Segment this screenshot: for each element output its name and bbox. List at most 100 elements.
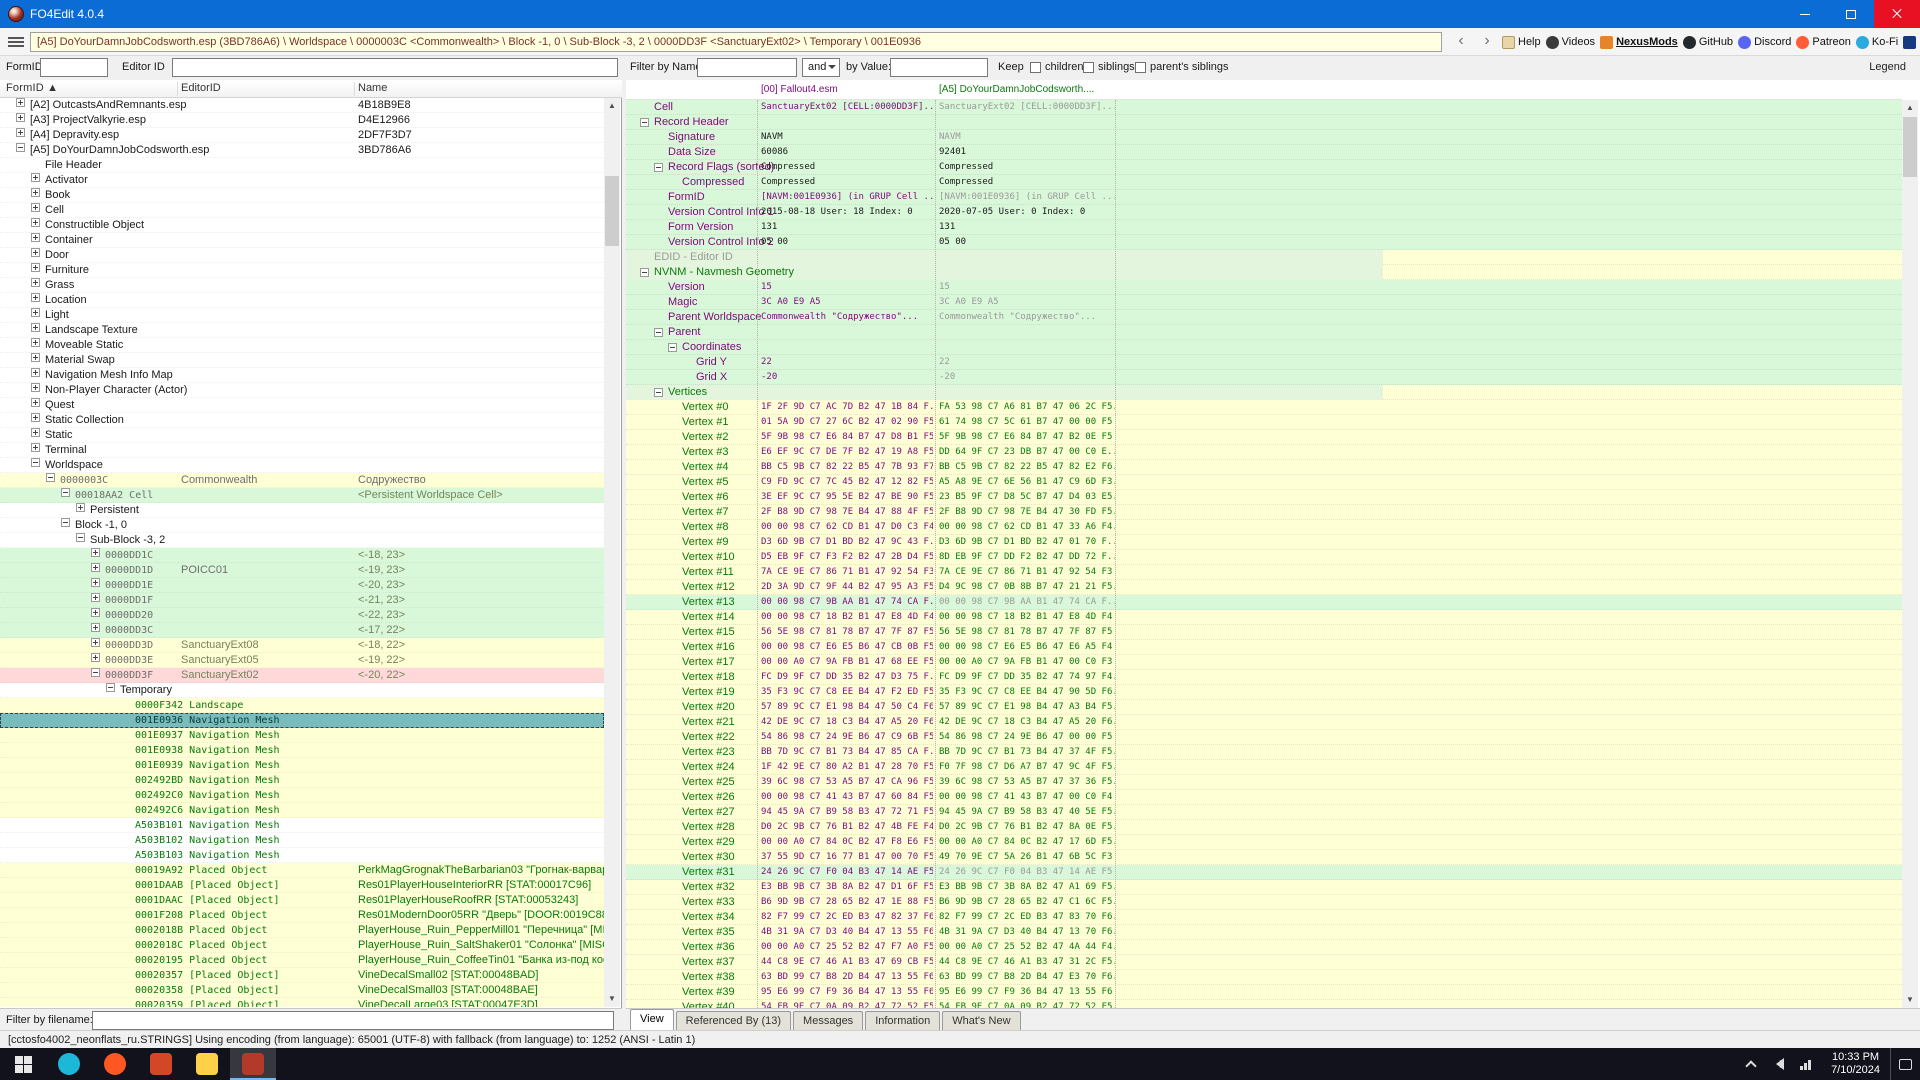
tree-row[interactable]: 0000DD3ESanctuaryExt05<-19, 22> [0, 653, 604, 668]
tree-row[interactable]: Container [0, 233, 604, 248]
tree-row[interactable]: Quest [0, 398, 604, 413]
tree-row[interactable]: Terminal [0, 443, 604, 458]
record-row[interactable]: Vertex #3744 C8 9E C7 46 A1 B3 47 69 CB … [626, 955, 1902, 970]
taskbar-teal-app-icon[interactable] [46, 1048, 92, 1080]
collapse-icon[interactable] [668, 343, 677, 352]
expand-icon[interactable] [31, 308, 40, 317]
tree-row[interactable]: Landscape Texture [0, 323, 604, 338]
expand-icon[interactable] [31, 248, 40, 257]
expand-icon[interactable] [31, 203, 40, 212]
filename-filter-input[interactable] [92, 1011, 614, 1030]
record-row[interactable]: Vertex #2900 00 A0 C7 84 0C B2 47 F8 E6 … [626, 835, 1902, 850]
record-row[interactable]: Vertex #1400 00 98 C7 18 B2 B1 47 E8 4D … [626, 610, 1902, 625]
expand-icon[interactable] [91, 608, 100, 617]
record-row[interactable]: Version Control Info 12015-08-18 User: 1… [626, 205, 1902, 220]
scroll-down-icon[interactable]: ▼ [604, 991, 620, 1007]
scroll-up-icon[interactable]: ▲ [1902, 100, 1918, 116]
expand-icon[interactable] [31, 443, 40, 452]
minimize-button[interactable] [1782, 0, 1828, 28]
tree-row[interactable]: Grass [0, 278, 604, 293]
record-row[interactable]: Coordinates [626, 340, 1902, 355]
expand-icon[interactable] [31, 323, 40, 332]
tree-row[interactable]: 0000DD1DPOICC01<-19, 23> [0, 563, 604, 578]
tree-row[interactable]: Light [0, 308, 604, 323]
tree-row[interactable]: 001E0939 Navigation Mesh [0, 758, 604, 773]
tree-row[interactable]: 0000F342 Landscape [0, 698, 604, 713]
tree-row[interactable]: File Header [0, 158, 604, 173]
expand-icon[interactable] [31, 398, 40, 407]
record-row[interactable]: EDID - Editor ID [626, 250, 1902, 265]
checkbox-icon[interactable] [1083, 62, 1094, 73]
record-row[interactable]: Version1515 [626, 280, 1902, 295]
tree-row[interactable]: Static [0, 428, 604, 443]
expand-icon[interactable] [16, 113, 25, 122]
expand-icon[interactable] [31, 188, 40, 197]
expand-icon[interactable] [91, 578, 100, 587]
record-row[interactable]: Vertex #01F 2F 9D C7 AC 7D B2 47 1B 84 F… [626, 400, 1902, 415]
scroll-up-icon[interactable]: ▲ [604, 98, 620, 114]
tree-row[interactable]: Material Swap [0, 353, 604, 368]
collapse-icon[interactable] [61, 488, 70, 497]
checkbox-siblings[interactable]: siblings [1083, 61, 1135, 73]
tree-row[interactable]: 002492BD Navigation Mesh [0, 773, 604, 788]
compare-column-1[interactable]: [A5] DoYourDamnJobCodsworth.... [939, 84, 1094, 95]
link-kofi[interactable]: Ko-Fi [1856, 36, 1898, 49]
tree-row[interactable]: Persistent [0, 503, 604, 518]
right-scroll-thumb[interactable] [1903, 117, 1917, 177]
record-row[interactable]: Grid X-20-20 [626, 370, 1902, 385]
breadcrumb[interactable]: [A5] DoYourDamnJobCodsworth.esp (3BD786A… [30, 32, 1442, 52]
tree-row[interactable]: 0000DD1E<-20, 23> [0, 578, 604, 593]
record-row[interactable]: FormID[NAVM:001E0936] (in GRUP Cell ...[… [626, 190, 1902, 205]
collapse-icon[interactable] [640, 268, 649, 277]
expand-icon[interactable] [91, 563, 100, 572]
collapse-icon[interactable] [654, 163, 663, 172]
record-row[interactable]: Vertex #1935 F3 9C C7 C8 EE B4 47 F2 ED … [626, 685, 1902, 700]
record-row[interactable]: Vertex #9D3 6D 9B C7 D1 BD B2 47 9C 43 F… [626, 535, 1902, 550]
tree-row[interactable]: 0002018C Placed ObjectPlayerHouse_Ruin_S… [0, 938, 604, 953]
collapse-icon[interactable] [76, 533, 85, 542]
expand-icon[interactable] [31, 413, 40, 422]
filter-operator-select[interactable]: and [802, 58, 840, 77]
expand-icon[interactable] [31, 233, 40, 242]
record-row[interactable]: Data Size6008692401 [626, 145, 1902, 160]
tab-information[interactable]: Information [865, 1011, 940, 1030]
record-row[interactable]: Vertex #2142 DE 9C C7 18 C3 B4 47 A5 20 … [626, 715, 1902, 730]
collapse-icon[interactable] [61, 518, 70, 527]
expand-icon[interactable] [31, 293, 40, 302]
tray-chevron-icon[interactable] [1745, 1060, 1756, 1071]
close-button[interactable] [1874, 0, 1920, 28]
tree-row[interactable]: 001E0938 Navigation Mesh [0, 743, 604, 758]
expand-icon[interactable] [76, 503, 85, 512]
tree-row[interactable]: Block -1, 0 [0, 518, 604, 533]
tree-row[interactable]: 0000DD3FSanctuaryExt02<-20, 22> [0, 668, 604, 683]
record-row[interactable]: Vertex #5C9 FD 9C C7 7C 45 B2 47 12 82 F… [626, 475, 1902, 490]
filter-value-input[interactable] [890, 58, 988, 77]
column-header-editorid[interactable]: EditorID [181, 82, 221, 94]
expand-icon[interactable] [91, 593, 100, 602]
collapse-icon[interactable] [46, 473, 55, 482]
tree-row[interactable]: 002492C6 Navigation Mesh [0, 803, 604, 818]
forward-arrow-icon[interactable]: › [1478, 33, 1496, 51]
record-row[interactable]: Vertex #1556 5E 98 C7 81 78 B7 47 7F 87 … [626, 625, 1902, 640]
tree-row[interactable]: 0000DD20<-22, 23> [0, 608, 604, 623]
legend-link[interactable]: Legend [1869, 61, 1906, 73]
tree-row-selected[interactable]: 001E0936 Navigation Mesh [0, 713, 604, 728]
record-row[interactable]: Vertex #10D5 EB 9F C7 F3 F2 B2 47 2B D4 … [626, 550, 1902, 565]
checkbox-children[interactable]: children [1030, 61, 1084, 73]
editorid-input[interactable] [172, 58, 618, 77]
collapse-icon[interactable] [640, 118, 649, 127]
start-button[interactable] [0, 1048, 46, 1080]
taskbar-clock[interactable]: 10:33 PM 7/10/2024 [1831, 1051, 1880, 1077]
expand-icon[interactable] [31, 278, 40, 287]
compare-column-0[interactable]: [00] Fallout4.esm [761, 84, 838, 95]
formid-input[interactable] [40, 58, 108, 77]
tab-referencedby13[interactable]: Referenced By (13) [676, 1011, 791, 1030]
tree-row[interactable]: Activator [0, 173, 604, 188]
record-row[interactable]: Vertex #1700 00 A0 C7 9A FB B1 47 68 EE … [626, 655, 1902, 670]
record-row[interactable]: Vertices [626, 385, 1902, 400]
taskbar-explorer-icon[interactable] [184, 1048, 230, 1080]
tab-view[interactable]: View [630, 1009, 674, 1030]
expand-icon[interactable] [16, 128, 25, 137]
collapse-icon[interactable] [654, 328, 663, 337]
link-help[interactable]: Help [1502, 36, 1541, 49]
